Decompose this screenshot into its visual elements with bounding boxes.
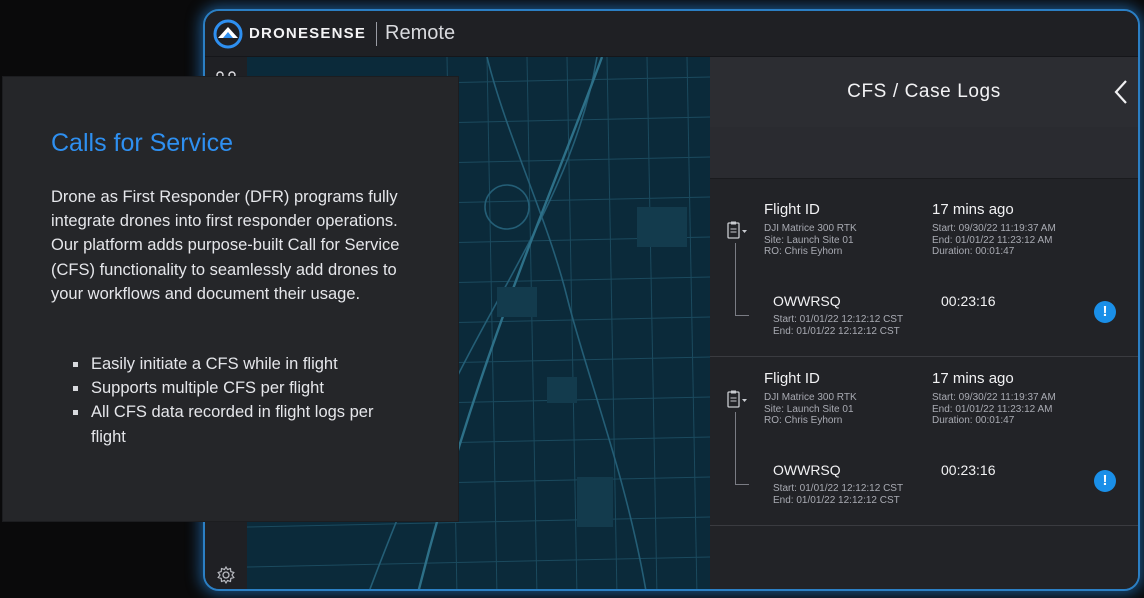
flight-id-label: Flight ID xyxy=(764,370,820,387)
flight-aircraft: DJI Matrice 300 RTK xyxy=(764,392,857,403)
gear-icon[interactable] xyxy=(216,565,236,585)
header-divider xyxy=(376,21,378,46)
flight-duration: Duration: 00:01:47 xyxy=(932,415,1015,426)
cfs-times: Start: 01/01/22 12:12:12 CST End: 01/01/… xyxy=(773,483,903,506)
tree-connector-tick xyxy=(735,484,749,485)
case-logs-panel: CFS / Case Logs Flight ID 17 mins ago DJ… xyxy=(710,57,1138,589)
panel-filter-bar xyxy=(710,127,1138,179)
flight-times: Start: 09/30/22 11:19:37 AM End: 01/01/2… xyxy=(932,392,1056,427)
cfs-id[interactable]: OWWRSQ xyxy=(773,462,841,478)
card-body: Drone as First Responder (DFR) programs … xyxy=(51,188,400,303)
flight-times: Start: 09/30/22 11:19:37 AM End: 01/01/2… xyxy=(932,223,1056,258)
chevron-left-icon[interactable] xyxy=(1112,79,1130,105)
clipboard-icon[interactable] xyxy=(726,390,748,410)
flight-ro: RO: Chris Eyhorn xyxy=(764,415,843,426)
alert-icon[interactable]: ! xyxy=(1094,470,1116,492)
list-item: Supports multiple CFS per flight xyxy=(71,376,411,400)
card-title: Calls for Service xyxy=(51,129,233,157)
flight-log-item[interactable]: Flight ID 17 mins ago DJI Matrice 300 RT… xyxy=(710,189,1138,357)
app-header: DRONESENSE Remote xyxy=(205,11,1138,57)
cfs-end: End: 01/01/22 12:12:12 CST xyxy=(773,494,900,506)
cfs-duration: 00:23:16 xyxy=(941,293,996,309)
cfs-times: Start: 01/01/22 12:12:12 CST End: 01/01/… xyxy=(773,314,903,337)
brand-name: DRONESENSE xyxy=(249,25,367,42)
flight-site: Site: Launch Site 01 xyxy=(764,403,854,415)
flight-site: Site: Launch Site 01 xyxy=(764,234,854,246)
panel-title: CFS / Case Logs xyxy=(847,81,1001,102)
cfs-id[interactable]: OWWRSQ xyxy=(773,293,841,309)
flight-duration: Duration: 00:01:47 xyxy=(932,246,1015,257)
flight-start: Start: 09/30/22 11:19:37 AM xyxy=(932,223,1056,234)
flight-id-label: Flight ID xyxy=(764,201,820,218)
list-item: All CFS data recorded in flight logs per… xyxy=(71,400,411,448)
tree-connector-tick xyxy=(735,315,749,316)
cfs-start: Start: 01/01/22 12:12:12 CST xyxy=(773,483,904,494)
cfs-start: Start: 01/01/22 12:12:12 CST xyxy=(773,314,904,325)
feature-list: Easily initiate a CFS while in flight Su… xyxy=(71,352,411,449)
flight-log-item[interactable]: Flight ID 17 mins ago DJI Matrice 300 RT… xyxy=(710,358,1138,526)
cfs-duration: 00:23:16 xyxy=(941,462,996,478)
flight-time-ago: 17 mins ago xyxy=(932,370,1014,387)
flight-meta: DJI Matrice 300 RTK Site: Launch Site 01… xyxy=(764,392,857,427)
flight-meta: DJI Matrice 300 RTK Site: Launch Site 01… xyxy=(764,223,857,258)
tree-connector xyxy=(735,412,736,484)
tree-connector xyxy=(735,243,736,315)
clipboard-icon[interactable] xyxy=(726,221,748,241)
flight-end: End: 01/01/22 11:23:12 AM xyxy=(932,403,1053,415)
panel-header: CFS / Case Logs xyxy=(710,57,1138,127)
list-item: Easily initiate a CFS while in flight xyxy=(71,352,411,376)
cfs-end: End: 01/01/22 12:12:12 CST xyxy=(773,325,900,337)
product-name: Remote xyxy=(385,22,456,44)
flight-aircraft: DJI Matrice 300 RTK xyxy=(764,223,857,234)
alert-icon[interactable]: ! xyxy=(1094,301,1116,323)
flight-end: End: 01/01/22 11:23:12 AM xyxy=(932,234,1053,246)
flight-ro: RO: Chris Eyhorn xyxy=(764,246,843,257)
feature-card: Calls for Service Drone as First Respond… xyxy=(3,77,458,521)
flight-start: Start: 09/30/22 11:19:37 AM xyxy=(932,392,1056,403)
flight-time-ago: 17 mins ago xyxy=(932,201,1014,218)
dronesense-logo-icon xyxy=(213,19,243,48)
